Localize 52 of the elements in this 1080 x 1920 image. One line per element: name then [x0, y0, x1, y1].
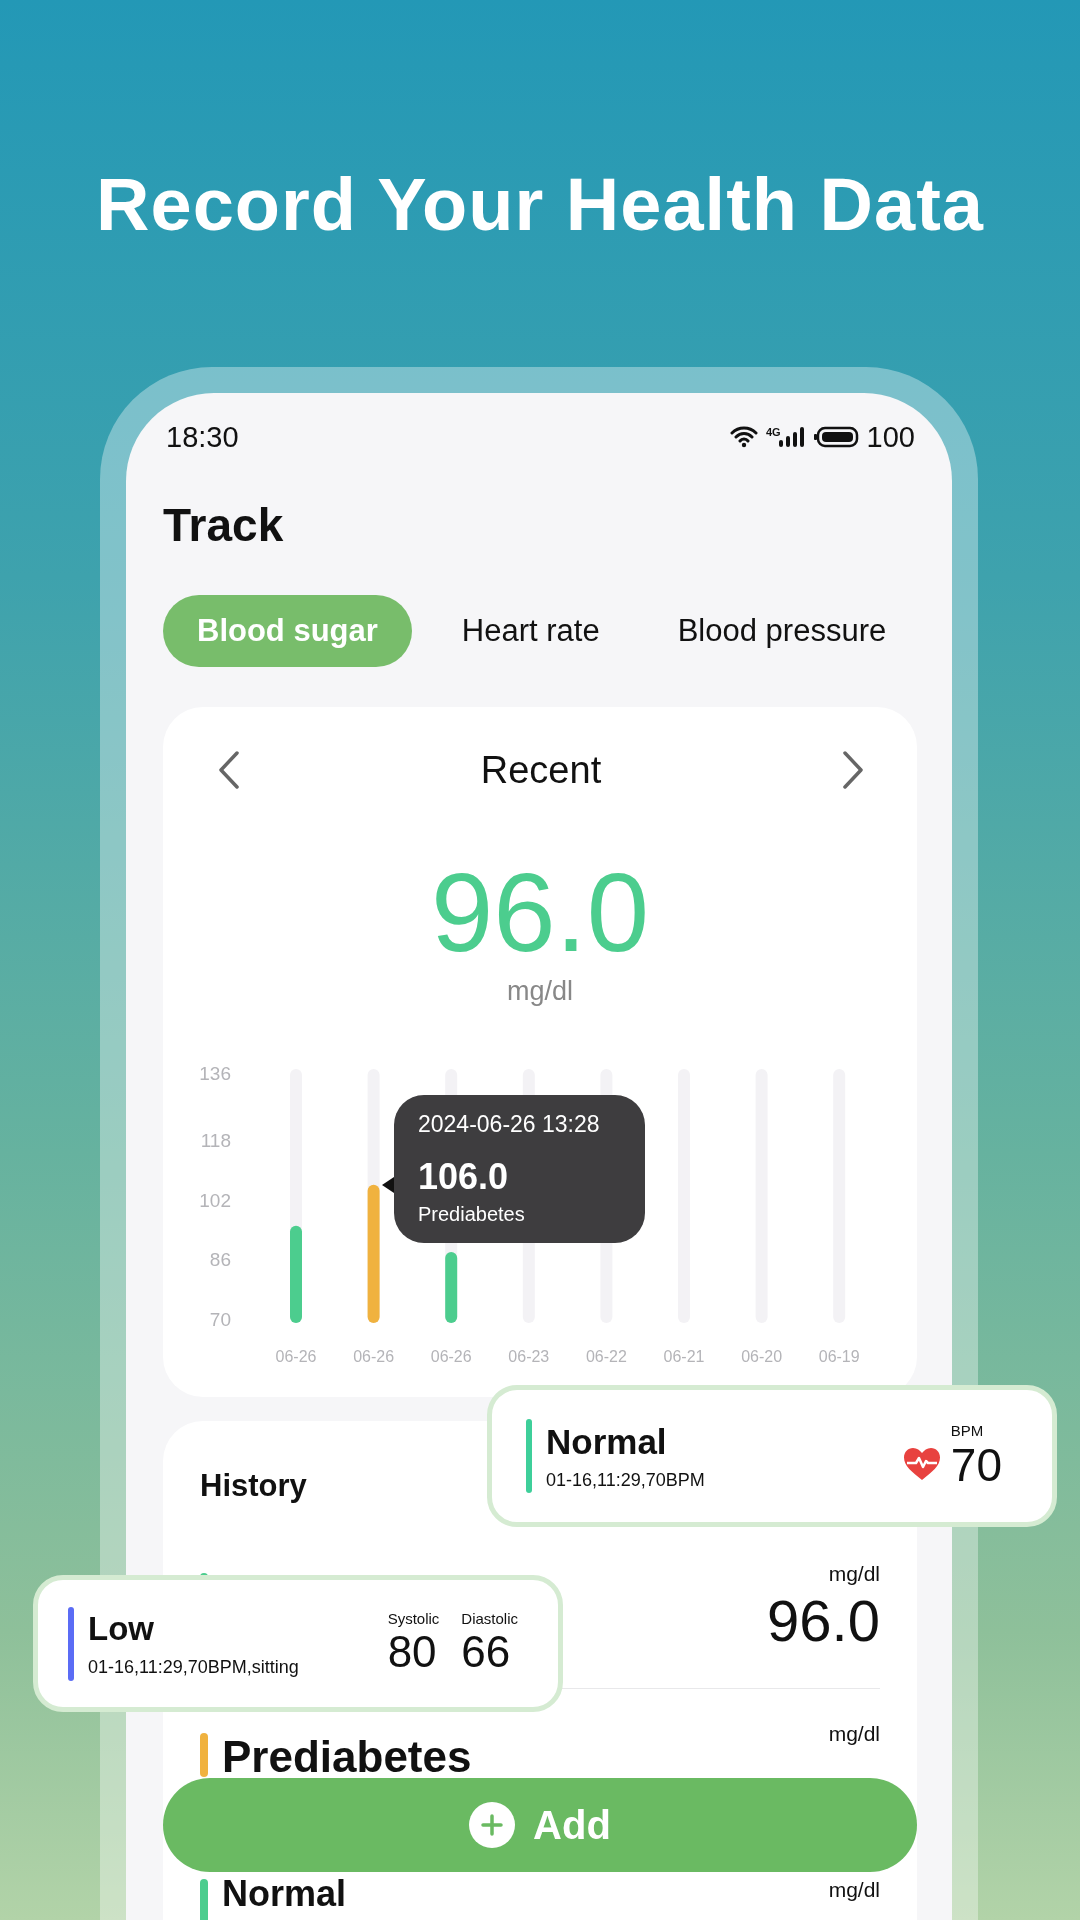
reading-status: Normal [546, 1421, 668, 1462]
history-status: Prediabetes [222, 1733, 472, 1781]
reading-unit: BPM [950, 1421, 984, 1439]
tooltip-time: 2024-06-26 13:28 [418, 1110, 601, 1139]
axis-category-label: 06-23 [508, 1348, 550, 1365]
axis-tick-label: 136 [199, 1063, 231, 1084]
chevron-right-icon[interactable] [841, 750, 865, 790]
bar[interactable] [367, 1184, 380, 1323]
tooltip-status: Prediabetes [418, 1203, 526, 1226]
current-value: 96.0 [430, 853, 650, 973]
history-value: 96.0 [767, 1589, 880, 1653]
page-title: Track [163, 498, 285, 553]
reading-detail: 01-16,11:29,70BPM,sitting [88, 1657, 300, 1678]
history-unit: mg/dl [828, 1561, 880, 1587]
axis-category-label: 06-22 [585, 1348, 627, 1365]
axis-category-label: 06-26 [353, 1348, 395, 1365]
plus-icon [469, 1802, 516, 1848]
tab[interactable]: Heart rate [433, 595, 628, 667]
history-unit: mg/dl [828, 1877, 880, 1903]
axis-tick-label: 118 [200, 1130, 231, 1152]
battery-icon [812, 426, 859, 448]
bar[interactable] [290, 1225, 302, 1323]
axis-category-label: 06-20 [741, 1348, 783, 1365]
axis-tick-label: 86 [209, 1249, 231, 1271]
tab[interactable]: Blood pressure [649, 595, 915, 667]
reading-detail: 01-16,11:29,70BPM [546, 1469, 706, 1491]
bar[interactable] [445, 1251, 458, 1323]
headline: Record Your Health Data [95, 162, 985, 248]
chevron-left-icon[interactable] [217, 750, 241, 790]
axis-category-label: 06-21 [663, 1348, 705, 1365]
reading-status: Low [88, 1609, 155, 1649]
reading-label: Systolic [387, 1610, 440, 1627]
battery-level: 100 [866, 420, 915, 454]
axis-tick-label: 70 [209, 1309, 231, 1330]
heart-icon [902, 1446, 941, 1481]
reading-label: Diastolic [461, 1610, 518, 1627]
tooltip-value: 106.0 [418, 1157, 510, 1197]
reading-value: 66 [461, 1627, 512, 1677]
period-label: Recent [480, 748, 602, 792]
axis-category-label: 06-26 [275, 1348, 317, 1365]
axis-category-label: 06-19 [818, 1348, 860, 1365]
reading-value: 70 [950, 1438, 1002, 1491]
axis-tick-label: 102 [199, 1189, 231, 1211]
history-status: Normal [222, 1875, 347, 1913]
tooltip-pointer [382, 1177, 394, 1193]
reading-value: 80 [387, 1627, 438, 1677]
status-time: 18:30 [166, 420, 239, 454]
wifi-icon [729, 426, 758, 448]
history-title: History [200, 1467, 307, 1505]
unit-label: mg/dl [506, 975, 574, 1008]
history-unit: mg/dl [828, 1721, 880, 1747]
axis-category-label: 06-26 [430, 1348, 472, 1365]
